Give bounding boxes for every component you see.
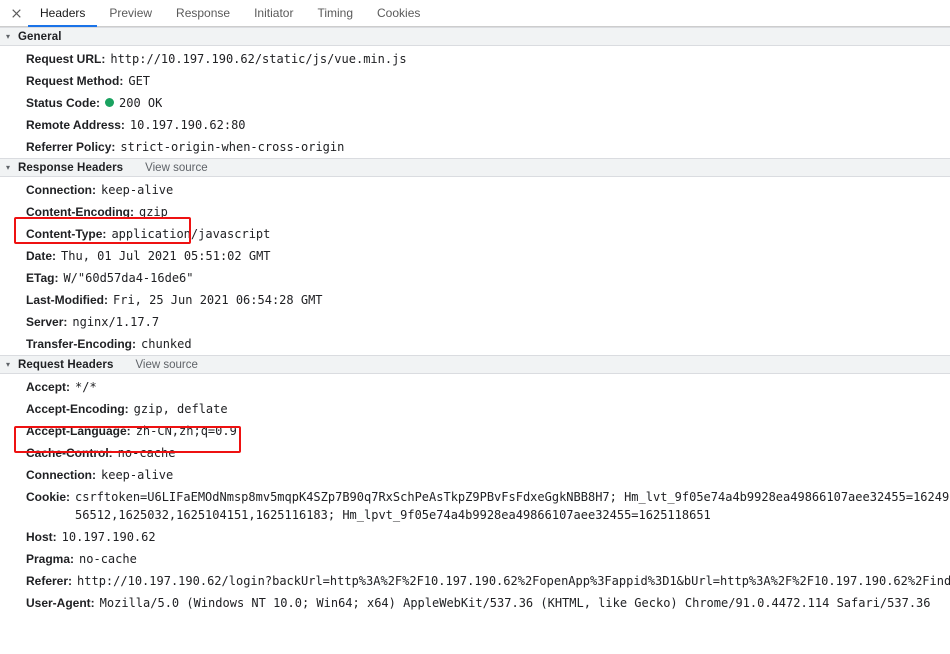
header-row: Request URL: http://10.197.190.62/static… (0, 48, 950, 70)
view-source-link-request[interactable]: View source (135, 359, 197, 371)
status-ok-dot-icon (105, 98, 115, 107)
header-row: Pragma: no-cache (0, 548, 950, 570)
header-value: Thu, 01 Jul 2021 05:51:02 GMT (61, 249, 271, 263)
section-title-request-headers: Request Headers (18, 358, 114, 371)
header-key: User-Agent: (26, 596, 95, 610)
header-value: zh-CN,zh;q=0.9 (135, 424, 237, 438)
header-row: Accept-Language: zh-CN,zh;q=0.9 (0, 420, 950, 442)
header-key: Content-Encoding: (26, 205, 134, 219)
header-key: Accept: (26, 380, 71, 394)
header-row: Content-Type: application/javascript (0, 223, 950, 245)
header-row: Date: Thu, 01 Jul 2021 05:51:02 GMT (0, 245, 950, 267)
devtools-network-headers-panel: Headers Preview Response Initiator Timin… (0, 0, 950, 654)
header-key: Request Method: (26, 74, 124, 88)
response-headers-rows: Connection: keep-alive Content-Encoding:… (0, 177, 950, 355)
section-header-request-headers[interactable]: ▾ Request Headers View source (0, 355, 950, 374)
status-badge: 200 OK (119, 96, 163, 110)
header-key: Date: (26, 249, 57, 263)
header-value: keep-alive (101, 183, 174, 197)
tab-timing[interactable]: Timing (305, 0, 365, 27)
request-headers-rows: Accept: */* Accept-Encoding: gzip, defla… (0, 374, 950, 614)
header-value: GET (128, 74, 151, 88)
header-row: Connection: keep-alive (0, 464, 950, 486)
header-row: Cache-Control: no-cache (0, 442, 950, 464)
header-value: 10.197.190.62 (61, 530, 156, 544)
header-row: Request Method: GET (0, 70, 950, 92)
general-rows: Request URL: http://10.197.190.62/static… (0, 46, 950, 158)
tab-response[interactable]: Response (164, 0, 242, 27)
header-key: Referrer Policy: (26, 140, 116, 154)
header-value: csrftoken=U6LIFaEMOdNmsp8mv5mqpK4SZp7B90… (75, 490, 950, 522)
header-row: Last-Modified: Fri, 25 Jun 2021 06:54:28… (0, 289, 950, 311)
header-value: gzip, deflate (133, 402, 228, 416)
tab-headers[interactable]: Headers (28, 0, 98, 27)
header-value: strict-origin-when-cross-origin (120, 140, 345, 154)
header-key: Transfer-Encoding: (26, 337, 137, 351)
header-row: Transfer-Encoding: chunked (0, 333, 950, 355)
header-value: */* (75, 380, 97, 394)
header-row-cookie: Cookie: csrftoken=U6LIFaEMOdNmsp8mv5mqpK… (0, 486, 950, 526)
chevron-down-icon: ▾ (6, 31, 11, 41)
header-key: Pragma: (26, 552, 75, 566)
close-icon[interactable] (4, 0, 28, 26)
header-row-referer: Referer: http://10.197.190.62/login?back… (0, 570, 950, 592)
header-value: http://10.197.190.62/static/js/vue.min.j… (110, 52, 407, 66)
header-key: Referer: (26, 574, 73, 588)
header-key: Cookie: (26, 490, 71, 504)
header-row: Remote Address: 10.197.190.62:80 (0, 114, 950, 136)
header-key: Accept-Encoding: (26, 402, 129, 416)
header-value: keep-alive (101, 468, 174, 482)
headers-content: ▾ General Request URL: http://10.197.190… (0, 27, 950, 654)
header-row-user-agent: User-Agent: Mozilla/5.0 (Windows NT 10.0… (0, 592, 950, 614)
header-key: Request URL: (26, 52, 106, 66)
chevron-down-icon: ▾ (6, 162, 11, 172)
header-value: no-cache (117, 446, 176, 460)
header-value: W/"60d57da4-16de6" (63, 271, 194, 285)
header-value: gzip (138, 205, 168, 219)
header-row: Host: 10.197.190.62 (0, 526, 950, 548)
section-header-general[interactable]: ▾ General (0, 27, 950, 46)
header-key: ETag: (26, 271, 59, 285)
header-key: Status Code: (26, 96, 101, 110)
header-row: Server: nginx/1.17.7 (0, 311, 950, 333)
header-key: Server: (26, 315, 68, 329)
panel-tabbar: Headers Preview Response Initiator Timin… (0, 0, 950, 27)
header-value: application/javascript (111, 227, 271, 241)
header-value: http://10.197.190.62/login?backUrl=http%… (77, 574, 950, 588)
header-row: Referrer Policy: strict-origin-when-cros… (0, 136, 950, 158)
header-value: Mozilla/5.0 (Windows NT 10.0; Win64; x64… (99, 596, 931, 610)
section-title-general: General (18, 30, 62, 43)
header-value: Fri, 25 Jun 2021 06:54:28 GMT (113, 293, 323, 307)
header-row: Accept: */* (0, 376, 950, 398)
header-value: nginx/1.17.7 (72, 315, 160, 329)
header-key: Remote Address: (26, 118, 125, 132)
header-row-accept-encoding: Accept-Encoding: gzip, deflate (0, 398, 950, 420)
header-key: Connection: (26, 468, 96, 482)
tab-preview[interactable]: Preview (97, 0, 164, 27)
view-source-link-response[interactable]: View source (145, 162, 207, 174)
tab-initiator[interactable]: Initiator (242, 0, 305, 27)
header-row-content-encoding: Content-Encoding: gzip (0, 201, 950, 223)
header-key: Last-Modified: (26, 293, 108, 307)
tab-cookies[interactable]: Cookies (365, 0, 432, 27)
header-value: no-cache (79, 552, 137, 566)
header-row: Connection: keep-alive (0, 179, 950, 201)
header-key: Accept-Language: (26, 424, 131, 438)
header-value: 10.197.190.62:80 (129, 118, 246, 132)
header-key: Cache-Control: (26, 446, 113, 460)
header-key: Content-Type: (26, 227, 107, 241)
header-value: chunked (141, 337, 192, 351)
header-key: Host: (26, 530, 57, 544)
section-header-response-headers[interactable]: ▾ Response Headers View source (0, 158, 950, 177)
header-key: Connection: (26, 183, 96, 197)
section-title-response-headers: Response Headers (18, 161, 124, 174)
header-row: ETag: W/"60d57da4-16de6" (0, 267, 950, 289)
header-row-status: Status Code: 200 OK (0, 92, 950, 114)
chevron-down-icon: ▾ (6, 359, 11, 369)
